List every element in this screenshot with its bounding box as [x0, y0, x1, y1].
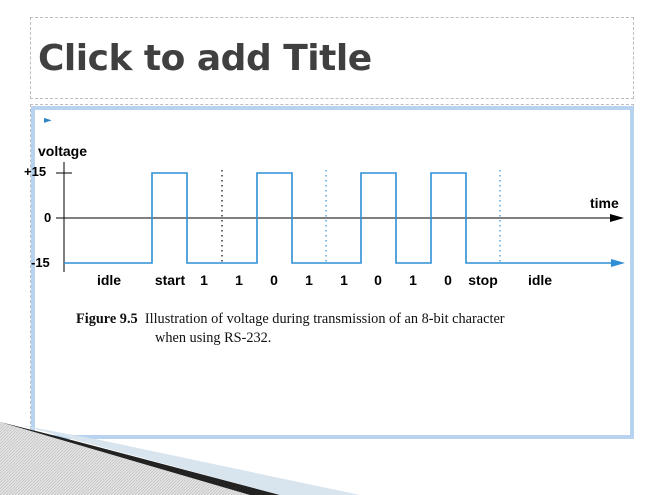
slide-corner-decoration	[0, 422, 360, 495]
slide-canvas: Click to add Title ► voltage time +15 0 …	[0, 0, 669, 495]
